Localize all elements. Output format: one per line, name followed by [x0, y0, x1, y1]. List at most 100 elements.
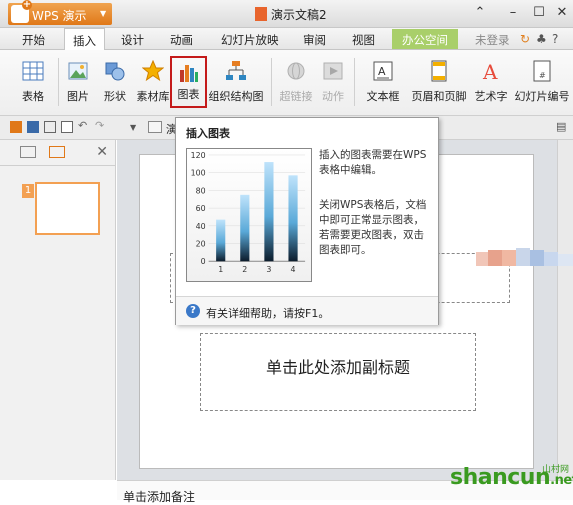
chevron-down-icon: ▼ — [100, 9, 107, 18]
print-preview-icon[interactable] — [61, 121, 73, 133]
chart-button[interactable]: 图表 — [170, 56, 207, 108]
close-icon[interactable]: ✕ — [96, 144, 108, 160]
wordart-button[interactable]: A 艺术字 — [471, 56, 511, 108]
help-text: 有关详细帮助，请按F1。 — [206, 307, 330, 320]
chart-bar — [216, 219, 226, 262]
tab-office-space[interactable]: 办公空间 — [392, 29, 458, 49]
action-button[interactable]: 动作 — [317, 56, 349, 108]
title-bar: WPS 演示 ▼ 演示文稿2 ⌃ – ☐ ✕ — [0, 0, 573, 28]
vertical-scrollbar[interactable] — [557, 140, 573, 480]
material-library-button[interactable]: 素材库 — [136, 56, 170, 108]
shape-button[interactable]: 形状 — [95, 56, 135, 108]
y-tick-label: 0 — [201, 257, 206, 266]
hyperlink-label: 超链接 — [279, 90, 313, 103]
svg-text:#: # — [539, 71, 546, 80]
action-play-icon — [323, 62, 343, 80]
presentation-doc-icon — [255, 7, 267, 21]
picture-button[interactable]: 图片 — [62, 56, 94, 108]
ribbon-separator — [354, 58, 355, 106]
save-icon[interactable] — [27, 121, 39, 133]
tab-insert[interactable]: 插入 — [64, 28, 105, 50]
action-label: 动作 — [322, 90, 344, 103]
print-icon[interactable] — [44, 121, 56, 133]
tooltip-text-1: 插入的图表需要在WPS表格中编辑。 — [319, 149, 427, 176]
document-tab-icon[interactable] — [148, 121, 162, 133]
tab-view[interactable]: 视图 — [352, 32, 375, 48]
wordart-icon: A — [482, 60, 498, 82]
redo-icon[interactable]: ↷ — [95, 119, 107, 132]
tab-slideshow[interactable]: 幻灯片放映 — [221, 32, 279, 48]
login-status[interactable]: 未登录 — [475, 32, 510, 48]
chart-bar — [240, 194, 250, 262]
textbox-icon: A — [373, 61, 393, 81]
globe-link-icon — [287, 62, 305, 80]
help-question-icon[interactable]: ? — [552, 32, 558, 46]
x-tick-label: 1 — [218, 265, 223, 274]
skin-icon[interactable]: ♣ — [536, 32, 547, 46]
undo-icon[interactable]: ↶ — [78, 119, 90, 132]
picture-icon — [68, 62, 88, 80]
tooltip-title: 插入图表 — [186, 127, 230, 140]
textbox-button[interactable]: A 文本框 — [358, 56, 408, 108]
tab-animation[interactable]: 动画 — [170, 32, 193, 48]
org-chart-button[interactable]: 组织结构图 — [207, 56, 265, 108]
subtitle-placeholder[interactable]: 单击此处添加副标题 — [200, 333, 476, 411]
tooltip-footer: ? 有关详细帮助，请按F1。 — [176, 296, 438, 325]
ribbon-separator — [58, 58, 59, 106]
slides-panel: ✕ 1 — [0, 140, 116, 480]
slide-number-button[interactable]: # 幻灯片编号 — [513, 56, 571, 108]
picture-label: 图片 — [67, 90, 89, 103]
wps-logo-icon — [11, 0, 32, 23]
chart-preview: 0 20 40 60 80 100 120 1 2 3 4 — [186, 148, 312, 282]
textbox-label: 文本框 — [366, 90, 400, 103]
svg-text:A: A — [482, 60, 498, 82]
chart-bar — [264, 162, 274, 262]
header-footer-button[interactable]: 页眉和页脚 — [410, 56, 468, 108]
slide-number-badge: 1 — [22, 184, 34, 198]
app-menu-button[interactable]: WPS 演示 ▼ — [8, 0, 112, 25]
x-tick-label: 4 — [291, 265, 296, 274]
sync-icon[interactable]: ↻ — [520, 32, 530, 46]
collapse-ribbon-icon[interactable]: ⌃ — [471, 5, 489, 20]
customize-dropdown-icon[interactable]: ▼ — [130, 123, 142, 135]
chart-label: 图表 — [177, 88, 200, 101]
insert-ribbon: 表格 图片 形状 素材库 图表 组织结构图 超链接 动作 A 文本框 页眉和页脚… — [0, 50, 573, 116]
minimize-button[interactable]: – — [504, 5, 522, 20]
watermark-logo: shancun.net 山村网 — [447, 458, 573, 498]
pixelated-overlay — [476, 248, 573, 266]
hyperlink-button[interactable]: 超链接 — [277, 56, 315, 108]
insert-chart-tooltip: 插入图表 0 20 40 60 80 100 120 1 2 3 4 插入的图表需要在WPS表格中编… — [175, 117, 439, 325]
table-label: 表格 — [22, 90, 44, 103]
table-button[interactable]: 表格 — [10, 56, 56, 108]
y-tick-label: 120 — [191, 151, 206, 160]
y-tick-label: 80 — [196, 186, 206, 195]
y-tick-label: 20 — [196, 239, 206, 248]
help-icon: ? — [186, 304, 200, 318]
chart-bar — [288, 175, 298, 262]
watermark-small-text: 山村网 — [541, 465, 569, 475]
org-chart-icon — [226, 61, 246, 80]
x-tick-label: 2 — [242, 265, 247, 274]
y-tick-label: 100 — [191, 169, 206, 178]
tab-design[interactable]: 设计 — [121, 32, 144, 48]
wps-small-icon[interactable] — [10, 121, 22, 133]
ribbon-separator — [271, 58, 272, 106]
outline-tab-icon[interactable] — [20, 146, 36, 158]
close-button[interactable]: ✕ — [553, 5, 571, 20]
material-library-label: 素材库 — [136, 90, 170, 103]
options-icon[interactable]: ▤ — [556, 120, 566, 133]
shape-label: 形状 — [104, 90, 126, 103]
notes-placeholder: 单击添加备注 — [123, 490, 196, 504]
y-tick-label: 60 — [196, 204, 206, 213]
slide-number-icon: # — [533, 60, 551, 82]
app-name: WPS 演示 — [32, 9, 87, 23]
restore-button[interactable]: ☐ — [530, 5, 548, 20]
slide-thumbnail[interactable] — [35, 182, 100, 235]
header-footer-label: 页眉和页脚 — [411, 90, 467, 103]
tab-review[interactable]: 审阅 — [303, 32, 326, 48]
table-icon — [22, 61, 44, 81]
slides-tab-icon[interactable] — [49, 146, 65, 158]
shape-icon — [105, 62, 125, 81]
tab-home[interactable]: 开始 — [22, 32, 45, 48]
org-chart-label: 组织结构图 — [208, 90, 264, 103]
